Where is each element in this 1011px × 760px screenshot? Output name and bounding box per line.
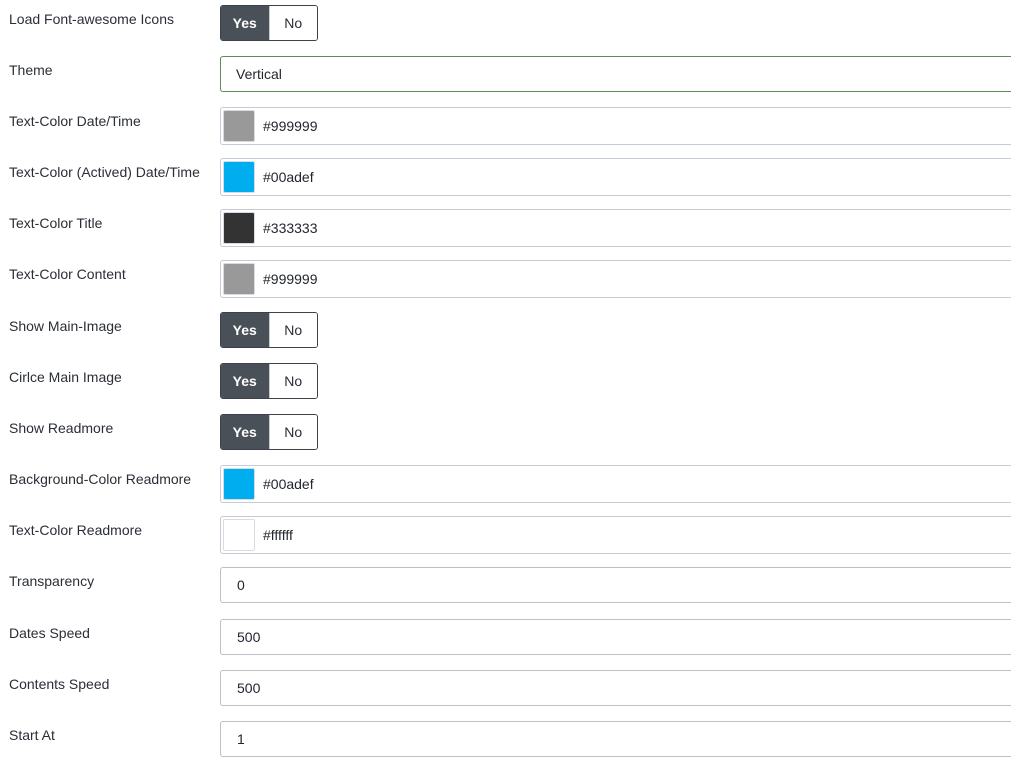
input-value: 0 xyxy=(237,577,245,593)
row-start-at: Start At 1 xyxy=(0,721,1011,759)
color-value: #00adef xyxy=(263,169,314,185)
row-load-font-awesome: Load Font-awesome Icons Yes No xyxy=(0,5,1011,43)
text-color-actived-date-time-field[interactable]: #00adef xyxy=(220,158,1011,196)
color-swatch[interactable] xyxy=(223,161,255,193)
row-text-color-content: Text-Color Content #999999 xyxy=(0,260,1011,298)
row-show-readmore: Show Readmore Yes No xyxy=(0,414,1011,452)
field-label: Background-Color Readmore xyxy=(9,471,192,487)
row-dates-speed: Dates Speed 500 xyxy=(0,619,1011,657)
field-label: Contents Speed xyxy=(9,676,110,692)
field-label: Text-Color (Actived) Date/Time xyxy=(9,164,200,180)
yes-option[interactable]: Yes xyxy=(221,313,269,347)
field-label: Transparency xyxy=(9,573,95,589)
no-option[interactable]: No xyxy=(268,364,317,398)
row-show-main-image: Show Main-Image Yes No xyxy=(0,312,1011,350)
row-theme: Theme Vertical xyxy=(0,56,1011,94)
color-swatch[interactable] xyxy=(223,468,255,500)
start-at-input[interactable]: 1 xyxy=(220,721,1011,757)
text-color-readmore-field[interactable]: #ffffff xyxy=(220,516,1011,554)
input-value: 500 xyxy=(237,629,261,645)
field-label: Text-Color Title xyxy=(9,215,103,231)
row-text-color-actived-date-time: Text-Color (Actived) Date/Time #00adef xyxy=(0,158,1011,196)
yes-option[interactable]: Yes xyxy=(221,415,269,449)
field-label: Show Main-Image xyxy=(9,318,122,334)
field-label: Start At xyxy=(9,727,55,743)
text-color-content-field[interactable]: #999999 xyxy=(220,260,1011,298)
theme-select-value: Vertical xyxy=(236,66,282,82)
settings-form: Load Font-awesome Icons Yes No Theme Ver… xyxy=(0,0,1011,760)
input-value: 500 xyxy=(237,680,261,696)
row-text-color-title: Text-Color Title #333333 xyxy=(0,209,1011,247)
color-value: #ffffff xyxy=(263,527,293,543)
field-label: Load Font-awesome Icons xyxy=(9,11,174,27)
show-readmore-toggle[interactable]: Yes No xyxy=(220,414,318,450)
dates-speed-input[interactable]: 500 xyxy=(220,619,1011,655)
field-label: Cirlce Main Image xyxy=(9,369,122,385)
contents-speed-input[interactable]: 500 xyxy=(220,670,1011,706)
load-font-awesome-toggle[interactable]: Yes No xyxy=(220,5,318,41)
input-value: 1 xyxy=(237,731,245,747)
color-swatch[interactable] xyxy=(223,110,255,142)
no-option[interactable]: No xyxy=(268,6,317,40)
color-swatch[interactable] xyxy=(223,263,255,295)
field-label: Dates Speed xyxy=(9,625,90,641)
no-option[interactable]: No xyxy=(268,415,317,449)
field-label: Text-Color Content xyxy=(9,266,126,282)
text-color-title-field[interactable]: #333333 xyxy=(220,209,1011,247)
circle-main-image-toggle[interactable]: Yes No xyxy=(220,363,318,399)
row-text-color-date-time: Text-Color Date/Time #999999 xyxy=(0,107,1011,145)
yes-option[interactable]: Yes xyxy=(221,6,269,40)
background-color-readmore-field[interactable]: #00adef xyxy=(220,465,1011,503)
theme-select[interactable]: Vertical xyxy=(220,56,1011,92)
color-value: #00adef xyxy=(263,476,314,492)
field-label: Text-Color Readmore xyxy=(9,522,143,538)
row-transparency: Transparency 0 xyxy=(0,567,1011,605)
show-main-image-toggle[interactable]: Yes No xyxy=(220,312,318,348)
field-label: Text-Color Date/Time xyxy=(9,113,141,129)
row-text-color-readmore: Text-Color Readmore #ffffff xyxy=(0,516,1011,554)
no-option[interactable]: No xyxy=(268,313,317,347)
field-label: Theme xyxy=(9,62,53,78)
color-value: #333333 xyxy=(263,220,318,236)
transparency-input[interactable]: 0 xyxy=(220,567,1011,603)
color-swatch[interactable] xyxy=(223,519,255,551)
color-value: #999999 xyxy=(263,118,318,134)
field-label: Show Readmore xyxy=(9,420,114,436)
yes-option[interactable]: Yes xyxy=(221,364,269,398)
row-circle-main-image: Cirlce Main Image Yes No xyxy=(0,363,1011,401)
text-color-date-time-field[interactable]: #999999 xyxy=(220,107,1011,145)
row-contents-speed: Contents Speed 500 xyxy=(0,670,1011,708)
color-value: #999999 xyxy=(263,271,318,287)
color-swatch[interactable] xyxy=(223,212,255,244)
row-background-color-readmore: Background-Color Readmore #00adef xyxy=(0,465,1011,503)
